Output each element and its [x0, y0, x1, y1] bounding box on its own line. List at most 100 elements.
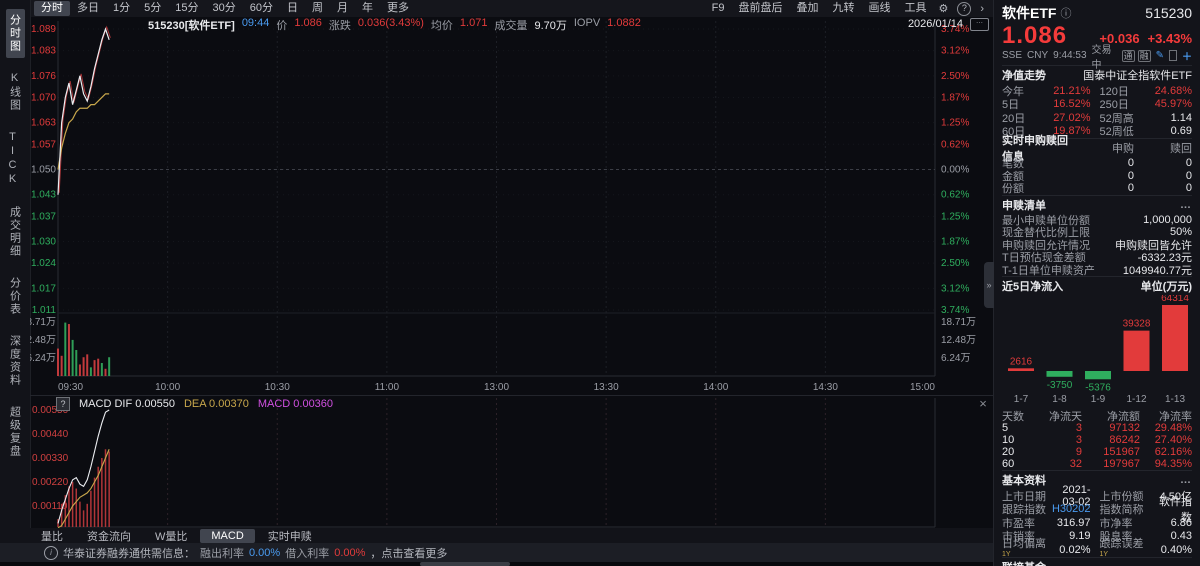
basic-info-rows: 上市日期 2021-03-02 上市份额 4.50亿 跟踪指数 H30202 指数简称 软件指…	[1002, 484, 1192, 559]
indicator-tab-实时申赎[interactable]: 实时申赎	[257, 527, 323, 545]
tool-画线[interactable]: 画线	[861, 1, 897, 16]
svg-text:-3750: -3750	[1047, 380, 1073, 391]
close-icon[interactable]: ×	[976, 397, 990, 411]
edit-icon[interactable]: ✎	[1156, 50, 1164, 61]
svg-text:12.48万: 12.48万	[941, 335, 976, 346]
volume-bar	[75, 350, 78, 376]
period-tab-分时[interactable]: 分时	[34, 1, 70, 16]
net-inflow-table: 天数 净流天 净流额 净流率 5 3 97132 29.48% 10 3 86242 27.40% 20…	[1002, 410, 1192, 470]
exchange-label: SSE	[1002, 50, 1023, 61]
volume-bar	[64, 322, 67, 376]
period-tab-1分[interactable]: 1分	[106, 1, 137, 16]
macd-histogram-bar	[79, 501, 81, 527]
cell: 3	[1075, 422, 1082, 434]
sidebar-item-K线图[interactable]: K线图	[6, 67, 25, 117]
more-link[interactable]: ，点击查看更多	[370, 545, 447, 561]
tool-叠加[interactable]: 叠加	[789, 1, 825, 16]
period-tab-更多[interactable]: 更多	[380, 1, 416, 16]
period-tab-15分[interactable]: 15分	[168, 1, 205, 16]
index-code-link[interactable]: H30202	[1048, 503, 1091, 515]
svg-text:1.87%: 1.87%	[941, 237, 969, 248]
volume-bar	[97, 358, 100, 376]
volume-bar	[60, 355, 63, 376]
scrollbar-thumb[interactable]	[420, 562, 510, 566]
info-icon[interactable]: ⓘ	[1060, 5, 1071, 21]
svg-text:0.00330: 0.00330	[32, 453, 69, 464]
svg-text:0.62%: 0.62%	[941, 190, 969, 201]
help-icon[interactable]: ?	[56, 397, 70, 411]
cell: 5	[1002, 422, 1009, 434]
inflow-bar	[1123, 330, 1150, 371]
svg-text:1.083: 1.083	[31, 46, 56, 57]
sidebar-item-分价表[interactable]: 分价表	[6, 272, 25, 321]
indicator-tab-W量比[interactable]: W量比	[144, 527, 198, 545]
cell: 60	[1002, 458, 1015, 470]
svg-text:3.12%: 3.12%	[941, 283, 969, 294]
quote-meta-row: SSE CNY 9:44:53 交易中 通融 ✎ ＋	[1002, 45, 1192, 71]
macd-legend-item: DEA 0.00370	[183, 398, 249, 410]
period-tab-多日[interactable]: 多日	[70, 1, 106, 16]
period-tab-30分[interactable]: 30分	[206, 1, 243, 16]
more-icon[interactable]: …	[1180, 474, 1192, 486]
field-label: 均价	[430, 20, 453, 32]
svg-text:1-13: 1-13	[1165, 394, 1185, 405]
svg-text:39328: 39328	[1123, 319, 1151, 330]
outflow-bar	[1085, 371, 1111, 380]
value: 316.97	[1056, 516, 1091, 529]
volume-bar	[89, 367, 92, 376]
subscription-row: 份额 0 0	[1002, 182, 1192, 195]
period-tab-5分[interactable]: 5分	[137, 1, 168, 16]
pop-out-icon[interactable]	[1168, 50, 1177, 61]
field-label: 涨跌	[328, 20, 351, 32]
table-header-row: 天数 净流天 净流额 净流率	[1002, 410, 1192, 423]
cell: 32	[1069, 458, 1082, 470]
svg-text:1.25%: 1.25%	[941, 211, 969, 222]
intraday-chart[interactable]: 1.089 3.74% 1.083 3.12% 1.076 2.50% 1.070 1.87%…	[21, 17, 993, 398]
tool-九转[interactable]: 九转	[825, 1, 861, 16]
value: 6.86	[1170, 516, 1192, 529]
indicator-tab-资金流向[interactable]: 资金流向	[76, 527, 142, 545]
indicator-tab-MACD[interactable]: MACD	[200, 528, 255, 543]
volume-bar	[108, 357, 111, 376]
tool-F9[interactable]: F9	[705, 1, 732, 16]
sidebar-item-超级复盘[interactable]: 超级复盘	[6, 401, 25, 463]
basic-row: 日均偏离1Y 0.02% 跟踪误差1Y 0.40%	[1002, 538, 1192, 559]
tool-工具[interactable]: 工具	[897, 1, 933, 16]
svg-text:3.12%: 3.12%	[941, 46, 969, 57]
period-tab-日[interactable]: 日	[280, 1, 305, 16]
volume-bar	[104, 368, 107, 376]
svg-text:64314: 64314	[1161, 295, 1189, 304]
sidebar-item-TICK[interactable]: TICK	[6, 126, 25, 192]
sidebar-item-成交明细[interactable]: 成交明细	[6, 201, 25, 263]
svg-text:13:30: 13:30	[594, 382, 619, 393]
indicator-tab-量比[interactable]: 量比	[30, 527, 74, 545]
svg-text:1.043: 1.043	[31, 190, 56, 201]
period-tab-月[interactable]: 月	[330, 1, 355, 16]
margin-info-bar[interactable]: i 华泰证券融券通供需信息： 融出利率 0.00% 借入利率 0.00% ，点击…	[0, 543, 993, 562]
period-tab-年[interactable]: 年	[355, 1, 380, 16]
svg-text:0.00220: 0.00220	[32, 477, 69, 488]
value: 1049940.77元	[1122, 264, 1192, 277]
svg-text:1.024: 1.024	[31, 258, 56, 269]
tool-盘前盘后[interactable]: 盘前盘后	[731, 1, 789, 16]
field-value: 1.086	[294, 17, 322, 29]
net-inflow-section-title: 近5日净流入 单位(万元)	[1002, 276, 1192, 295]
lend-rate-value: 0.00%	[249, 546, 281, 559]
period-tab-60分[interactable]: 60分	[243, 1, 280, 16]
value: 9.19	[1069, 530, 1091, 543]
macd-chart[interactable]: 0.00550 0.00440 0.00330 0.00220 0.00110	[30, 396, 993, 532]
period-tab-周[interactable]: 周	[305, 1, 330, 16]
more-icon[interactable]: …	[1180, 199, 1192, 211]
help-icon[interactable]: ?	[957, 1, 972, 16]
keyboard-icon[interactable]: ⋯	[970, 18, 989, 31]
panel-collapse-handle[interactable]: »	[984, 262, 994, 308]
field-value: 9.70万	[534, 20, 567, 32]
volume-bar	[78, 364, 81, 376]
add-icon[interactable]: ＋	[1182, 48, 1192, 63]
gear-icon[interactable]: ⚙	[933, 2, 953, 15]
sup-label: 1Y	[1002, 551, 1011, 559]
chevron-right-icon[interactable]: ›	[975, 3, 989, 15]
sidebar-item-分时图[interactable]: 分时图	[5, 9, 25, 58]
svg-text:0.00%: 0.00%	[941, 165, 969, 176]
sidebar-item-深度资料[interactable]: 深度资料	[6, 330, 25, 392]
